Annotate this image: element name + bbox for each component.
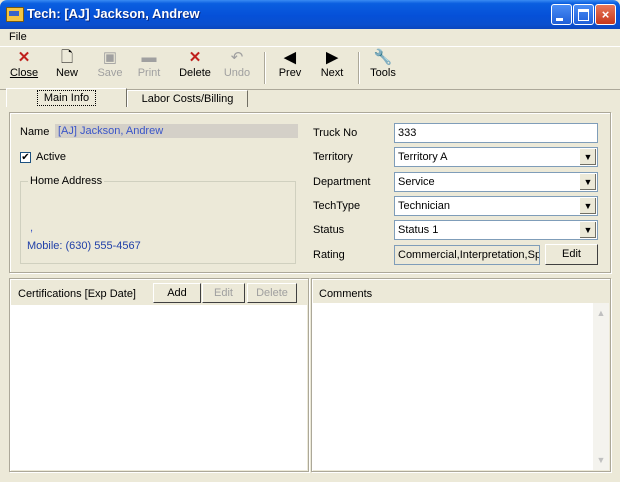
menu-file[interactable]: File (9, 31, 27, 43)
department-label: Department (313, 176, 371, 188)
status-select[interactable]: Status 1 ▼ (394, 220, 598, 240)
floppy-icon: ▣ (102, 49, 118, 66)
chevron-down-icon[interactable]: ▼ (579, 222, 596, 238)
department-value: Service (398, 176, 435, 188)
title-bar[interactable]: Tech: [AJ] Jackson, Andrew × (0, 0, 620, 29)
new-label: New (55, 67, 78, 79)
triangle-left-icon: ◀ (284, 49, 296, 66)
app-icon (6, 7, 24, 22)
truck-no-label: Truck No (313, 127, 358, 139)
techtype-value: Technician (398, 200, 450, 212)
tools-button[interactable]: 🔧 Tools (365, 49, 401, 87)
delete-button[interactable]: ✕ Delete (177, 49, 213, 87)
new-button[interactable]: 🗋 New (49, 49, 85, 87)
close-button[interactable]: ✕ Close (6, 49, 42, 87)
toolbar-separator (264, 52, 266, 84)
triangle-right-icon: ▶ (326, 49, 338, 66)
print-button[interactable]: ▬ Print (131, 49, 167, 87)
name-value: [AJ] Jackson, Andrew (55, 124, 298, 138)
undo-icon: ↶ (230, 49, 244, 66)
territory-select[interactable]: Territory A ▼ (394, 147, 598, 167)
document-icon: 🗋 (60, 49, 74, 66)
chevron-down-icon[interactable]: ▼ (579, 174, 596, 190)
next-button[interactable]: ▶ Next (314, 49, 350, 87)
techtype-select[interactable]: Technician ▼ (394, 196, 598, 216)
territory-value: Territory A (398, 151, 448, 163)
mobile-phone: Mobile: (630) 555-4567 (27, 240, 141, 252)
toolbar-separator (358, 52, 360, 84)
tools-label: Tools (370, 67, 396, 79)
scroll-down-icon[interactable]: ▼ (593, 452, 609, 468)
active-label: Active (36, 151, 66, 163)
x-icon: ✕ (188, 49, 202, 66)
certifications-list[interactable] (11, 305, 307, 470)
print-label: Print (137, 67, 161, 79)
delete-label: Delete (179, 67, 211, 79)
address-separator: , (30, 222, 34, 234)
window-title: Tech: [AJ] Jackson, Andrew (27, 6, 200, 21)
x-icon: ✕ (17, 49, 31, 66)
status-value: Status 1 (398, 224, 439, 236)
certifications-header: Certifications [Exp Date] (18, 288, 136, 300)
scroll-up-icon[interactable]: ▲ (593, 305, 609, 321)
tab-main-info[interactable]: Main Info (6, 88, 127, 107)
chevron-down-icon[interactable]: ▼ (579, 149, 596, 165)
chevron-down-icon[interactable]: ▼ (579, 198, 596, 214)
undo-label: Undo (223, 67, 251, 79)
edit-certification-button[interactable]: Edit (202, 283, 245, 303)
save-label: Save (97, 67, 123, 79)
rating-value: Commercial,Interpretation,Spa (394, 245, 540, 265)
home-address-label: Home Address (28, 175, 105, 187)
comments-textarea[interactable] (313, 303, 609, 470)
delete-certification-button[interactable]: Delete (247, 283, 297, 303)
prev-label: Prev (278, 67, 302, 79)
toolbar: ✕ Close 🗋 New ▣ Save ▬ Print ✕ Delete ↶ … (0, 46, 620, 90)
active-checkbox[interactable]: ✔ (20, 152, 31, 163)
truck-no-input[interactable]: 333 (394, 123, 598, 143)
maximize-button[interactable] (573, 4, 594, 25)
status-label: Status (313, 224, 345, 236)
techtype-label: TechType (313, 200, 361, 212)
wrench-icon: 🔧 (373, 49, 393, 66)
tech-window: Tech: [AJ] Jackson, Andrew × File ✕ Clos… (0, 0, 620, 482)
tab-main-info-label: Main Info (36, 90, 97, 106)
menu-bar: File (0, 29, 620, 46)
printer-icon: ▬ (141, 49, 157, 66)
territory-label: Territory (313, 151, 353, 163)
name-label: Name (20, 126, 50, 138)
comments-header: Comments (319, 288, 373, 300)
minimize-button[interactable] (551, 4, 572, 25)
rating-label: Rating (313, 249, 345, 261)
department-select[interactable]: Service ▼ (394, 172, 598, 192)
close-label: Close (9, 67, 39, 79)
tab-labor-costs-label: Labor Costs/Billing (141, 93, 234, 105)
close-icon: × (601, 7, 610, 22)
next-label: Next (320, 67, 344, 79)
save-button[interactable]: ▣ Save (92, 49, 128, 87)
close-window-button[interactable]: × (595, 4, 616, 25)
comments-scrollbar[interactable]: ▲ ▼ (593, 303, 609, 470)
undo-button[interactable]: ↶ Undo (219, 49, 255, 87)
tab-labor-costs-billing[interactable]: Labor Costs/Billing (127, 90, 248, 107)
rating-edit-button[interactable]: Edit (545, 244, 598, 265)
prev-button[interactable]: ◀ Prev (272, 49, 308, 87)
add-certification-button[interactable]: Add (153, 283, 201, 303)
